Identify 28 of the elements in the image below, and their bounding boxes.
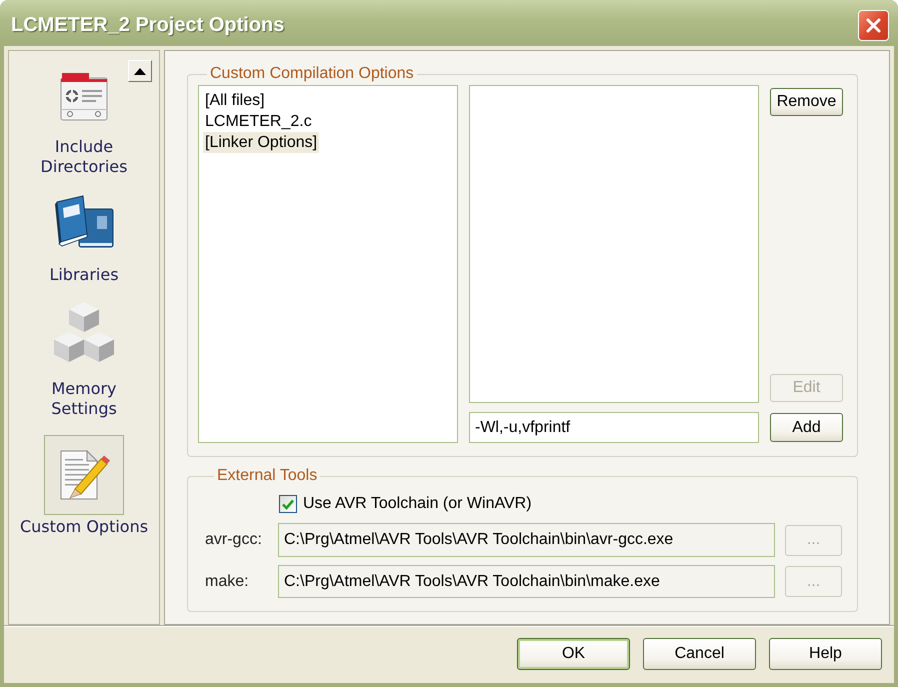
checkbox-label[interactable]: Use AVR Toolchain (or WinAVR) bbox=[303, 495, 532, 513]
group-title: Custom Compilation Options bbox=[209, 65, 415, 83]
help-button[interactable]: Help bbox=[769, 638, 882, 670]
sidebar-item[interactable]: Libraries bbox=[49, 193, 119, 285]
index-card-icon bbox=[60, 72, 108, 122]
add-button[interactable]: Add bbox=[770, 413, 843, 442]
cubes-icon bbox=[53, 302, 115, 364]
up-triangle-icon bbox=[134, 68, 146, 74]
sidebar-item[interactable]: Include Directories bbox=[18, 71, 150, 177]
books-icon bbox=[52, 194, 115, 250]
sidebar-item[interactable]: Memory Settings bbox=[18, 301, 150, 419]
remove-button[interactable]: Remove bbox=[770, 88, 843, 116]
field-label: make: bbox=[205, 572, 250, 590]
scroll-up-button[interactable] bbox=[128, 60, 152, 82]
field-label: avr-gcc: bbox=[205, 531, 263, 549]
close-button[interactable] bbox=[858, 10, 889, 41]
window-title: LCMETER_2 Project Options bbox=[10, 13, 284, 37]
close-icon bbox=[866, 18, 881, 33]
check-icon bbox=[282, 498, 294, 510]
file-list-item[interactable]: [Linker Options] bbox=[203, 132, 320, 153]
options-input[interactable]: -Wl,-u,vfprintf bbox=[469, 412, 759, 443]
cancel-button[interactable]: Cancel bbox=[643, 638, 756, 670]
ok-button[interactable]: OK bbox=[517, 638, 630, 670]
group-title: External Tools bbox=[216, 467, 318, 485]
checkbox[interactable] bbox=[279, 495, 297, 513]
sidebar-item[interactable]: Custom Options bbox=[20, 435, 148, 537]
file-list-item[interactable]: [All files] bbox=[203, 90, 267, 111]
file-list-item[interactable]: LCMETER_2.c bbox=[203, 111, 314, 132]
